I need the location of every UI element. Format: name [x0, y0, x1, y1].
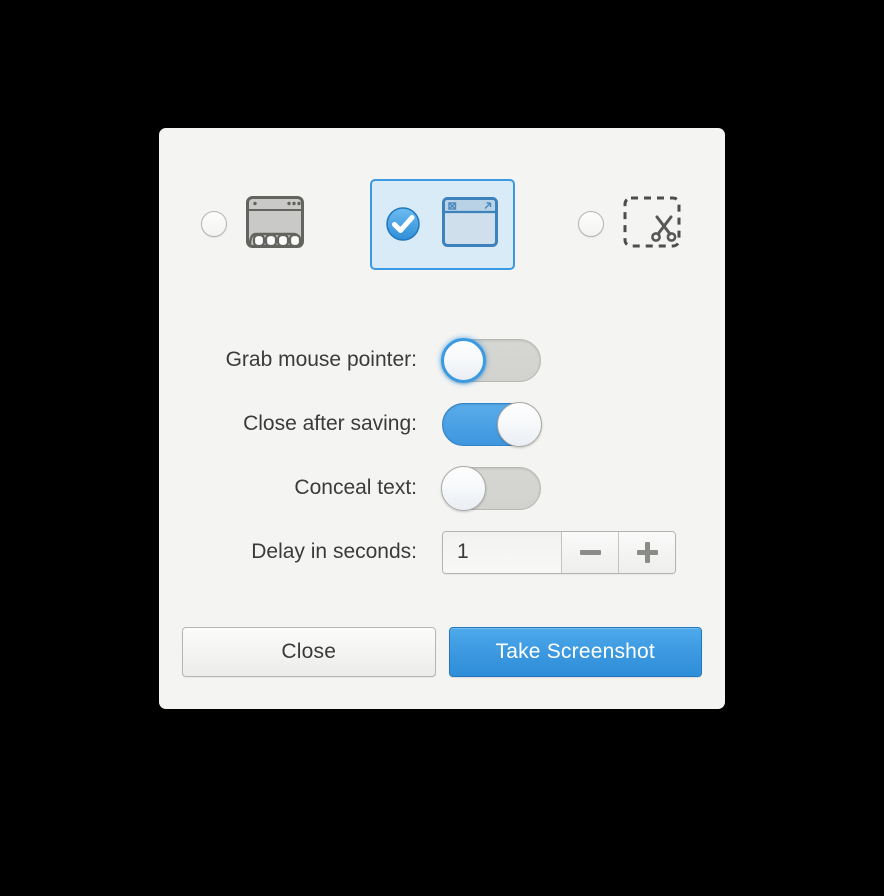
delay-input[interactable]: 1 [443, 531, 561, 573]
conceal-text-control [441, 465, 725, 511]
delay-decrement-button[interactable] [561, 531, 618, 573]
delay-increment-button[interactable] [618, 531, 675, 573]
option-row-grab-pointer: Grab mouse pointer: [159, 328, 725, 392]
screenshot-dialog: Grab mouse pointer: Close after saving: … [159, 128, 725, 709]
toggle-knob [497, 401, 542, 447]
radio-grab-current-window[interactable] [384, 205, 422, 243]
mode-option-grab-current-window[interactable] [369, 178, 515, 270]
close-after-saving-toggle[interactable] [442, 401, 542, 447]
mode-cell-grab-whole-screen [159, 174, 348, 274]
minus-icon [579, 549, 601, 555]
delay-spinner[interactable]: 1 [442, 530, 676, 574]
desktop-screen-icon [244, 191, 306, 258]
close-after-saving-control [442, 401, 725, 447]
mode-cell-grab-current-window [348, 174, 537, 274]
screenshot-options: Grab mouse pointer: Close after saving: … [159, 328, 725, 584]
grab-pointer-label: Grab mouse pointer: [225, 348, 417, 371]
option-row-close-after-saving: Close after saving: [159, 392, 725, 456]
scissors-selection-icon [621, 191, 683, 258]
dialog-footer: Close Take Screenshot [159, 594, 725, 709]
window-icon [439, 191, 501, 258]
radio-select-area-to-grab[interactable] [578, 211, 605, 237]
grab-pointer-toggle[interactable] [441, 337, 541, 383]
mode-option-select-area-to-grab[interactable] [564, 179, 697, 270]
plus-icon [636, 541, 658, 563]
option-row-conceal-text: Conceal text: [159, 456, 725, 520]
conceal-text-toggle[interactable] [441, 465, 541, 511]
delay-control: 1 [442, 530, 725, 574]
option-row-delay: Delay in seconds: 1 [159, 520, 725, 584]
screenshot-mode-selector [159, 174, 725, 274]
close-button[interactable]: Close [182, 626, 436, 677]
conceal-text-label: Conceal text: [294, 476, 417, 499]
close-after-saving-label: Close after saving: [243, 412, 417, 435]
mode-cell-select-area-to-grab [536, 174, 725, 274]
radio-grab-whole-screen[interactable] [200, 211, 227, 237]
delay-label: Delay in seconds: [251, 540, 417, 563]
toggle-knob [441, 337, 486, 383]
take-screenshot-button[interactable]: Take Screenshot [448, 626, 702, 677]
toggle-knob [441, 465, 486, 511]
mode-option-grab-whole-screen[interactable] [187, 179, 320, 270]
grab-pointer-control [441, 337, 725, 383]
